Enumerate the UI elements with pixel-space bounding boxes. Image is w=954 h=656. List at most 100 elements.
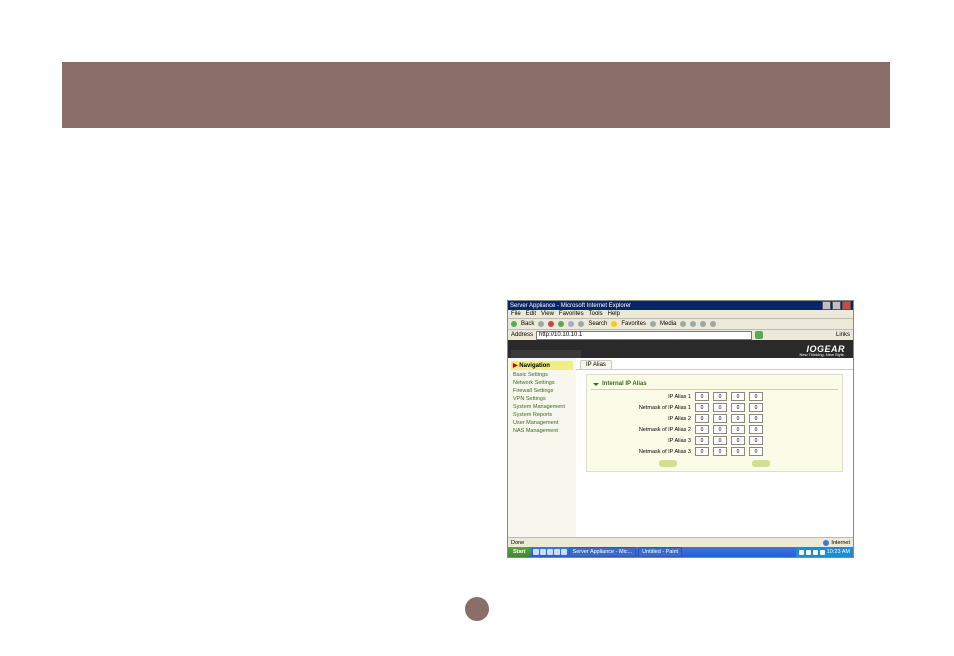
go-button[interactable]: [755, 331, 763, 339]
sidebar-item-system-management[interactable]: System Management: [511, 403, 573, 411]
ip-octet-input[interactable]: 0: [713, 392, 727, 401]
ip-octet-input[interactable]: 0: [749, 436, 763, 445]
ip-octet-input[interactable]: 0: [713, 403, 727, 412]
tab-row: IP Alias: [576, 358, 853, 370]
forward-icon[interactable]: [538, 321, 544, 327]
quick-launch: [533, 549, 567, 555]
history-icon[interactable]: [680, 321, 686, 327]
tray-icon[interactable]: [820, 550, 825, 555]
edit-icon[interactable]: [710, 321, 716, 327]
favorites-label[interactable]: Favorites: [621, 321, 646, 327]
ql-icon[interactable]: [540, 549, 546, 555]
ip-octet-input[interactable]: 0: [731, 414, 745, 423]
field-row-netmask-1: Netmask of IP Alias 1 0 0 0 0: [621, 403, 838, 412]
sidebar-item-system-reports[interactable]: System Reports: [511, 411, 573, 419]
page-number-circle: [465, 597, 489, 621]
taskbar-button-paint[interactable]: Untitled - Paint: [638, 547, 682, 557]
ip-octet-input[interactable]: 0: [695, 425, 709, 434]
menu-view[interactable]: View: [541, 311, 554, 317]
ql-icon[interactable]: [554, 549, 560, 555]
maximize-icon[interactable]: [832, 301, 841, 310]
ip-octet-input[interactable]: 0: [731, 425, 745, 434]
ip-octet-input[interactable]: 0: [695, 403, 709, 412]
address-label: Address: [511, 332, 533, 338]
brand-tagline: New Thinking. New Style.: [800, 352, 846, 357]
sidebar-item-basic-settings[interactable]: Basic Settings: [511, 371, 573, 379]
window-title: Server Appliance - Microsoft Internet Ex…: [510, 303, 631, 309]
ip-octet-input[interactable]: 0: [731, 447, 745, 456]
apply-button[interactable]: [659, 460, 677, 467]
field-label: Netmask of IP Alias 2: [621, 427, 691, 433]
cancel-button[interactable]: [752, 460, 770, 467]
clock: 10:23 AM: [827, 549, 850, 555]
menu-tools[interactable]: Tools: [589, 311, 603, 317]
ip-octet-input[interactable]: 0: [695, 392, 709, 401]
menu-favorites[interactable]: Favorites: [559, 311, 584, 317]
taskbar: Start Server Appliance - Mic... Untitled…: [508, 547, 853, 557]
sidebar-item-firewall-settings[interactable]: Firewall Settings: [511, 387, 573, 395]
form-heading: Internal IP Alias: [591, 379, 838, 390]
back-label[interactable]: Back: [521, 321, 534, 327]
ip-octet-input[interactable]: 0: [713, 414, 727, 423]
start-button[interactable]: Start: [508, 547, 531, 557]
menu-help[interactable]: Help: [608, 311, 620, 317]
ip-octet-input[interactable]: 0: [749, 403, 763, 412]
ql-icon[interactable]: [561, 549, 567, 555]
media-icon[interactable]: [650, 321, 656, 327]
minimize-icon[interactable]: [822, 301, 831, 310]
sidebar-item-user-management[interactable]: User Management: [511, 419, 573, 427]
menu-edit[interactable]: Edit: [526, 311, 536, 317]
ip-octet-input[interactable]: 0: [713, 425, 727, 434]
media-label[interactable]: Media: [660, 321, 676, 327]
field-label: IP Alias 3: [621, 438, 691, 444]
ip-octet-input[interactable]: 0: [695, 447, 709, 456]
ip-octet-input[interactable]: 0: [713, 436, 727, 445]
back-icon[interactable]: [511, 321, 517, 327]
links-label[interactable]: Links: [836, 332, 850, 338]
sidebar-item-network-settings[interactable]: Network Settings: [511, 379, 573, 387]
home-icon[interactable]: [568, 321, 574, 327]
ip-octet-input[interactable]: 0: [749, 447, 763, 456]
ip-octet-input[interactable]: 0: [749, 414, 763, 423]
print-icon[interactable]: [700, 321, 706, 327]
sidebar-item-nas-management[interactable]: NAS Management: [511, 427, 573, 435]
sidebar-title: ▶ Navigation: [511, 361, 573, 370]
address-value: http://10.10.10.1: [539, 332, 582, 338]
ip-octet-input[interactable]: 0: [749, 392, 763, 401]
tray-icon[interactable]: [799, 550, 804, 555]
status-bar: Done Internet: [508, 537, 853, 547]
search-icon[interactable]: [578, 321, 584, 327]
taskbar-button-ie[interactable]: Server Appliance - Mic...: [569, 547, 637, 557]
form-box: Internal IP Alias IP Alias 1 0 0 0 0 Net…: [586, 374, 843, 472]
brand-tabs: [511, 350, 581, 358]
ip-octet-input[interactable]: 0: [731, 436, 745, 445]
ip-octet-input[interactable]: 0: [749, 425, 763, 434]
sidebar-item-vpn-settings[interactable]: VPN Settings: [511, 395, 573, 403]
tray-icon[interactable]: [806, 550, 811, 555]
internet-zone-icon: [823, 540, 829, 546]
ql-icon[interactable]: [547, 549, 553, 555]
ql-icon[interactable]: [533, 549, 539, 555]
document-header-bar: [62, 62, 890, 128]
ip-octet-input[interactable]: 0: [731, 392, 745, 401]
ip-octet-input[interactable]: 0: [731, 403, 745, 412]
ip-octet-input[interactable]: 0: [695, 436, 709, 445]
field-label: Netmask of IP Alias 3: [621, 449, 691, 455]
favorites-icon[interactable]: [611, 321, 617, 327]
stop-icon[interactable]: [548, 321, 554, 327]
close-icon[interactable]: [842, 301, 851, 310]
ip-octet-input[interactable]: 0: [713, 447, 727, 456]
tab-ip-alias[interactable]: IP Alias: [580, 360, 612, 369]
system-tray: 10:23 AM: [796, 547, 853, 557]
field-label: Netmask of IP Alias 1: [621, 405, 691, 411]
mail-icon[interactable]: [690, 321, 696, 327]
field-row-netmask-3: Netmask of IP Alias 3 0 0 0 0: [621, 447, 838, 456]
address-input[interactable]: http://10.10.10.1: [536, 331, 752, 340]
refresh-icon[interactable]: [558, 321, 564, 327]
tray-icon[interactable]: [813, 550, 818, 555]
field-row-ip-alias-3: IP Alias 3 0 0 0 0: [621, 436, 838, 445]
screenshot-ie-window: Server Appliance - Microsoft Internet Ex…: [507, 300, 854, 558]
ip-octet-input[interactable]: 0: [695, 414, 709, 423]
search-label[interactable]: Search: [588, 321, 607, 327]
menu-file[interactable]: File: [511, 311, 521, 317]
